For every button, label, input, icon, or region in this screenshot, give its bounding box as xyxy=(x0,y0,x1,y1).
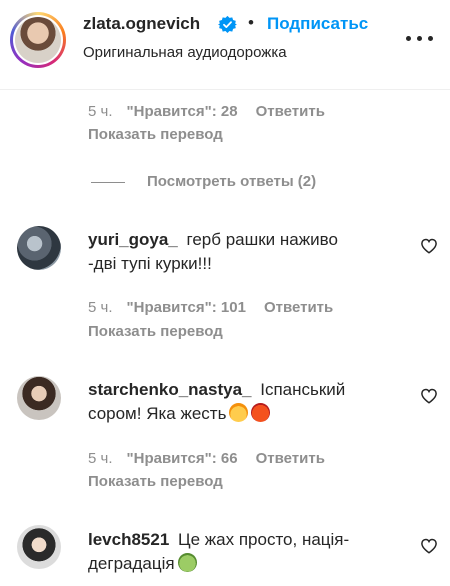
view-replies-button[interactable]: Посмотреть ответы (2) xyxy=(91,173,316,190)
comment-body-line1: Іспанський xyxy=(260,380,346,399)
comment-time: 5 ч. xyxy=(88,450,113,467)
author-avatar[interactable] xyxy=(10,12,66,68)
reply-button[interactable]: Ответить xyxy=(264,299,333,316)
comment-time: 5 ч. xyxy=(88,299,113,316)
comment-username[interactable]: levch8521 xyxy=(88,530,169,549)
verified-badge-icon xyxy=(218,15,237,34)
author-username[interactable]: zlata.ognevich xyxy=(83,14,200,34)
nauseated-face-emoji xyxy=(177,553,197,572)
show-translation-button[interactable]: Показать перевод xyxy=(88,323,223,340)
follow-button[interactable]: Подписатьс xyxy=(267,14,368,34)
exploding-head-emoji xyxy=(229,403,249,422)
original-audio-link[interactable]: Оригинальная аудиодорожка xyxy=(83,44,287,61)
comment-likes[interactable]: "Нравится": 101 xyxy=(127,299,246,316)
view-replies-label: Посмотреть ответы (2) xyxy=(147,173,317,190)
comment-text: levch8521 Це жах просто, нація- деградац… xyxy=(88,528,398,576)
comment-likes[interactable]: "Нравится": 28 xyxy=(127,103,238,120)
angry-face-emoji xyxy=(251,403,271,422)
comment-body-line2: -дві тупі курки!!! xyxy=(88,254,212,273)
comment-meta: 5 ч. "Нравится": 66 Ответить xyxy=(88,450,325,467)
comment-text: yuri_goya_ герб рашки наживо -дві тупі к… xyxy=(88,228,398,276)
comment-meta: 5 ч. "Нравится": 28 Ответить xyxy=(88,103,325,120)
show-translation-button[interactable]: Показать перевод xyxy=(88,126,223,143)
reply-button[interactable]: Ответить xyxy=(256,103,325,120)
comment-body-line2: деградація xyxy=(88,554,175,573)
comment-username[interactable]: yuri_goya_ xyxy=(88,230,178,249)
more-options-icon[interactable] xyxy=(404,28,436,48)
reply-button[interactable]: Ответить xyxy=(256,450,325,467)
comment-username[interactable]: starchenko_nastya_ xyxy=(88,380,251,399)
heart-outline-icon[interactable] xyxy=(420,387,438,405)
avatar[interactable] xyxy=(17,226,61,270)
comment-meta: 5 ч. "Нравится": 101 Ответить xyxy=(88,299,333,316)
comment-body-line2: сором! Яка жесть xyxy=(88,404,227,423)
heart-outline-icon[interactable] xyxy=(420,237,438,255)
comment-body-line1: герб рашки наживо xyxy=(186,230,338,249)
heart-outline-icon[interactable] xyxy=(420,537,438,555)
comment-time: 5 ч. xyxy=(88,103,113,120)
separator-dot: • xyxy=(248,13,254,32)
avatar[interactable] xyxy=(17,376,61,420)
post-header: zlata.ognevich • Подписатьс Оригинальная… xyxy=(0,0,450,90)
show-translation-button[interactable]: Показать перевод xyxy=(88,473,223,490)
comment-likes[interactable]: "Нравится": 66 xyxy=(127,450,238,467)
comment-body-line1: Це жах просто, нація- xyxy=(178,530,350,549)
avatar[interactable] xyxy=(17,525,61,569)
comment-text: starchenko_nastya_ Іспанський сором! Яка… xyxy=(88,378,398,426)
replies-divider-line xyxy=(91,181,125,183)
